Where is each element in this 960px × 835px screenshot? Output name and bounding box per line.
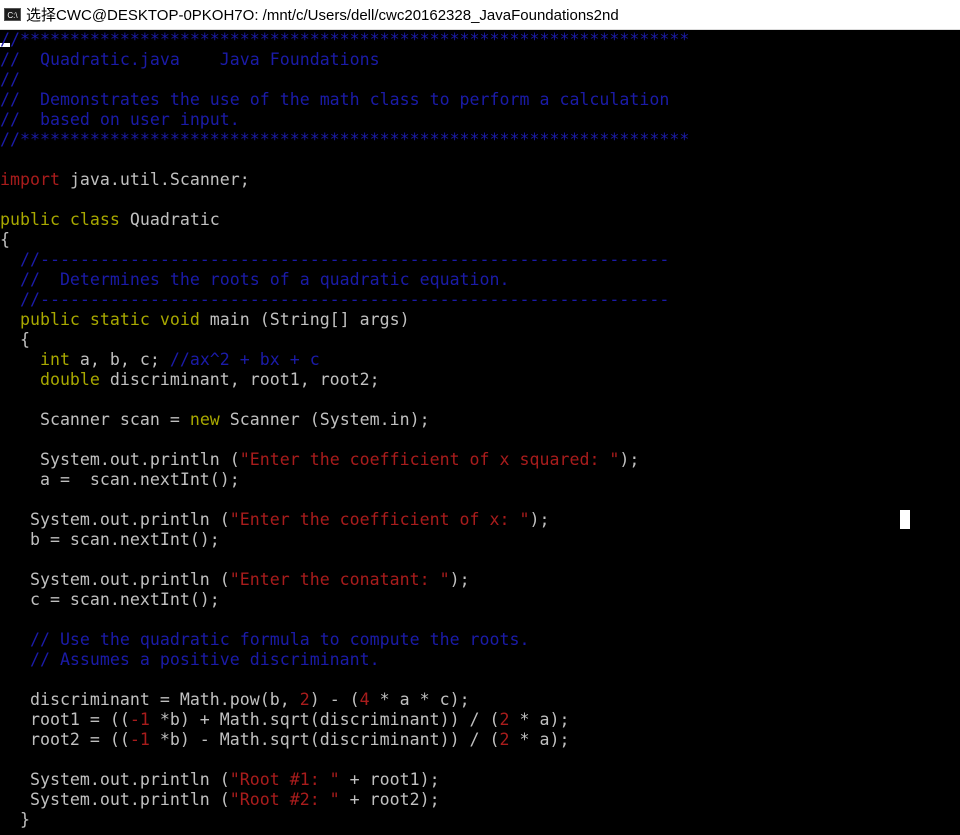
code-line-main: public static void main (String[] args) <box>0 310 410 330</box>
string-literal: "Root #2: " <box>229 790 340 809</box>
code-line-3: // <box>0 70 20 89</box>
number-literal: -1 <box>129 730 150 749</box>
code-line-scanner: Scanner scan = new Scanner (System.in); <box>0 410 430 430</box>
code-line-method-comment-2: // Determines the roots of a quadratic e… <box>0 270 510 289</box>
println-close: ); <box>449 570 470 589</box>
code-line-6: //**************************************… <box>0 130 690 149</box>
println-call: System.out.println ( <box>0 790 230 809</box>
string-literal: "Enter the coefficient of x: " <box>229 510 530 529</box>
println-call: System.out.println ( <box>0 770 230 789</box>
code-line-method-comment-3: //--------------------------------------… <box>0 290 670 309</box>
code-line-println-3: System.out.println ("Enter the conatant:… <box>0 570 470 590</box>
code-line-close-brace: } <box>0 810 30 829</box>
class-name: Quadratic <box>119 210 220 229</box>
expr-part: *b) + Math.sqrt(discriminant)) / ( <box>149 710 500 729</box>
code-line-double-decl: double discriminant, root1, root2; <box>0 370 380 390</box>
int-comment: //ax^2 + bx + c <box>169 350 320 369</box>
code-line-root2: root2 = ((-1 *b) - Math.sqrt(discriminan… <box>0 730 570 750</box>
console-icon: C:\ <box>4 8 21 21</box>
code-line-read-a: a = scan.nextInt(); <box>0 470 240 489</box>
scanner-ctor: Scanner (System.in); <box>219 410 430 429</box>
number-literal: 2 <box>299 690 310 709</box>
expr-part: ) - ( <box>309 690 360 709</box>
scanner-decl: Scanner scan = <box>0 410 190 429</box>
code-line-2: // Quadratic.java Java Foundations <box>0 50 380 69</box>
class-keyword: public class <box>0 210 120 229</box>
double-keyword: double <box>0 370 100 389</box>
number-literal: 4 <box>359 690 370 709</box>
int-vars: a, b, c; <box>69 350 170 369</box>
code-line-read-c: c = scan.nextInt(); <box>0 590 220 609</box>
code-line-method-comment-1: //--------------------------------------… <box>0 250 670 269</box>
code-line-1: //**************************************… <box>0 30 690 49</box>
println-close: ); <box>529 510 550 529</box>
int-keyword: int <box>0 350 70 369</box>
import-path: java.util.Scanner; <box>59 170 250 189</box>
code-line-root1: root1 = ((-1 *b) + Math.sqrt(discriminan… <box>0 710 570 730</box>
code-line-output-2: System.out.println ("Root #2: " + root2)… <box>0 790 440 810</box>
code-line-main-brace: { <box>0 330 30 349</box>
println-call: System.out.println ( <box>0 510 230 529</box>
double-vars: discriminant, root1, root2; <box>99 370 380 389</box>
code-line-println-2: System.out.println ("Enter the coefficie… <box>0 510 550 530</box>
title-bar[interactable]: C:\ 选择CWC@DESKTOP-0PKOH7O: /mnt/c/Users/… <box>0 0 960 30</box>
window-title: 选择CWC@DESKTOP-0PKOH7O: /mnt/c/Users/dell… <box>26 7 619 24</box>
println-call: System.out.println ( <box>0 570 230 589</box>
code-line-formula-comment-1: // Use the quadratic formula to compute … <box>0 630 530 649</box>
expr-part: * a * c); <box>369 690 470 709</box>
main-keywords: public static void <box>0 310 200 329</box>
expr-part: root1 = (( <box>0 710 130 729</box>
number-literal: 2 <box>499 710 510 729</box>
import-keyword: import <box>0 170 60 189</box>
number-literal: -1 <box>129 710 150 729</box>
new-keyword: new <box>189 410 220 429</box>
expr-part: * a); <box>509 710 570 729</box>
code-line-import: import java.util.Scanner; <box>0 170 250 190</box>
code-line-println-1: System.out.println ("Enter the coefficie… <box>0 450 639 470</box>
code-line-read-b: b = scan.nextInt(); <box>0 530 220 549</box>
println-close: ); <box>619 450 640 469</box>
string-literal: "Enter the coefficient of x squared: " <box>239 450 620 469</box>
string-literal: "Enter the conatant: " <box>229 570 450 589</box>
block-cursor <box>900 510 910 529</box>
expr-part: * a); <box>509 730 570 749</box>
code-line-discriminant: discriminant = Math.pow(b, 2) - (4 * a *… <box>0 690 470 710</box>
code-line-5: // based on user input. <box>0 110 240 129</box>
println-close: + root1); <box>339 770 440 789</box>
number-literal: 2 <box>499 730 510 749</box>
expr-part: *b) - Math.sqrt(discriminant)) / ( <box>149 730 500 749</box>
expr-part: discriminant = Math.pow(b, <box>0 690 300 709</box>
terminal-editor[interactable]: //**************************************… <box>0 30 960 835</box>
code-line-class: public class Quadratic <box>0 210 220 230</box>
expr-part: root2 = (( <box>0 730 130 749</box>
code-line-int-decl: int a, b, c; //ax^2 + bx + c <box>0 350 320 370</box>
main-signature: main (String[] args) <box>199 310 410 329</box>
println-close: + root2); <box>339 790 440 809</box>
string-literal: "Root #1: " <box>229 770 340 789</box>
code-line-4: // Demonstrates the use of the math clas… <box>0 90 670 109</box>
println-call: System.out.println ( <box>0 450 240 469</box>
code-line-output-1: System.out.println ("Root #1: " + root1)… <box>0 770 440 790</box>
code-line-open-brace: { <box>0 230 10 249</box>
code-line-formula-comment-2: // Assumes a positive discriminant. <box>0 650 380 669</box>
